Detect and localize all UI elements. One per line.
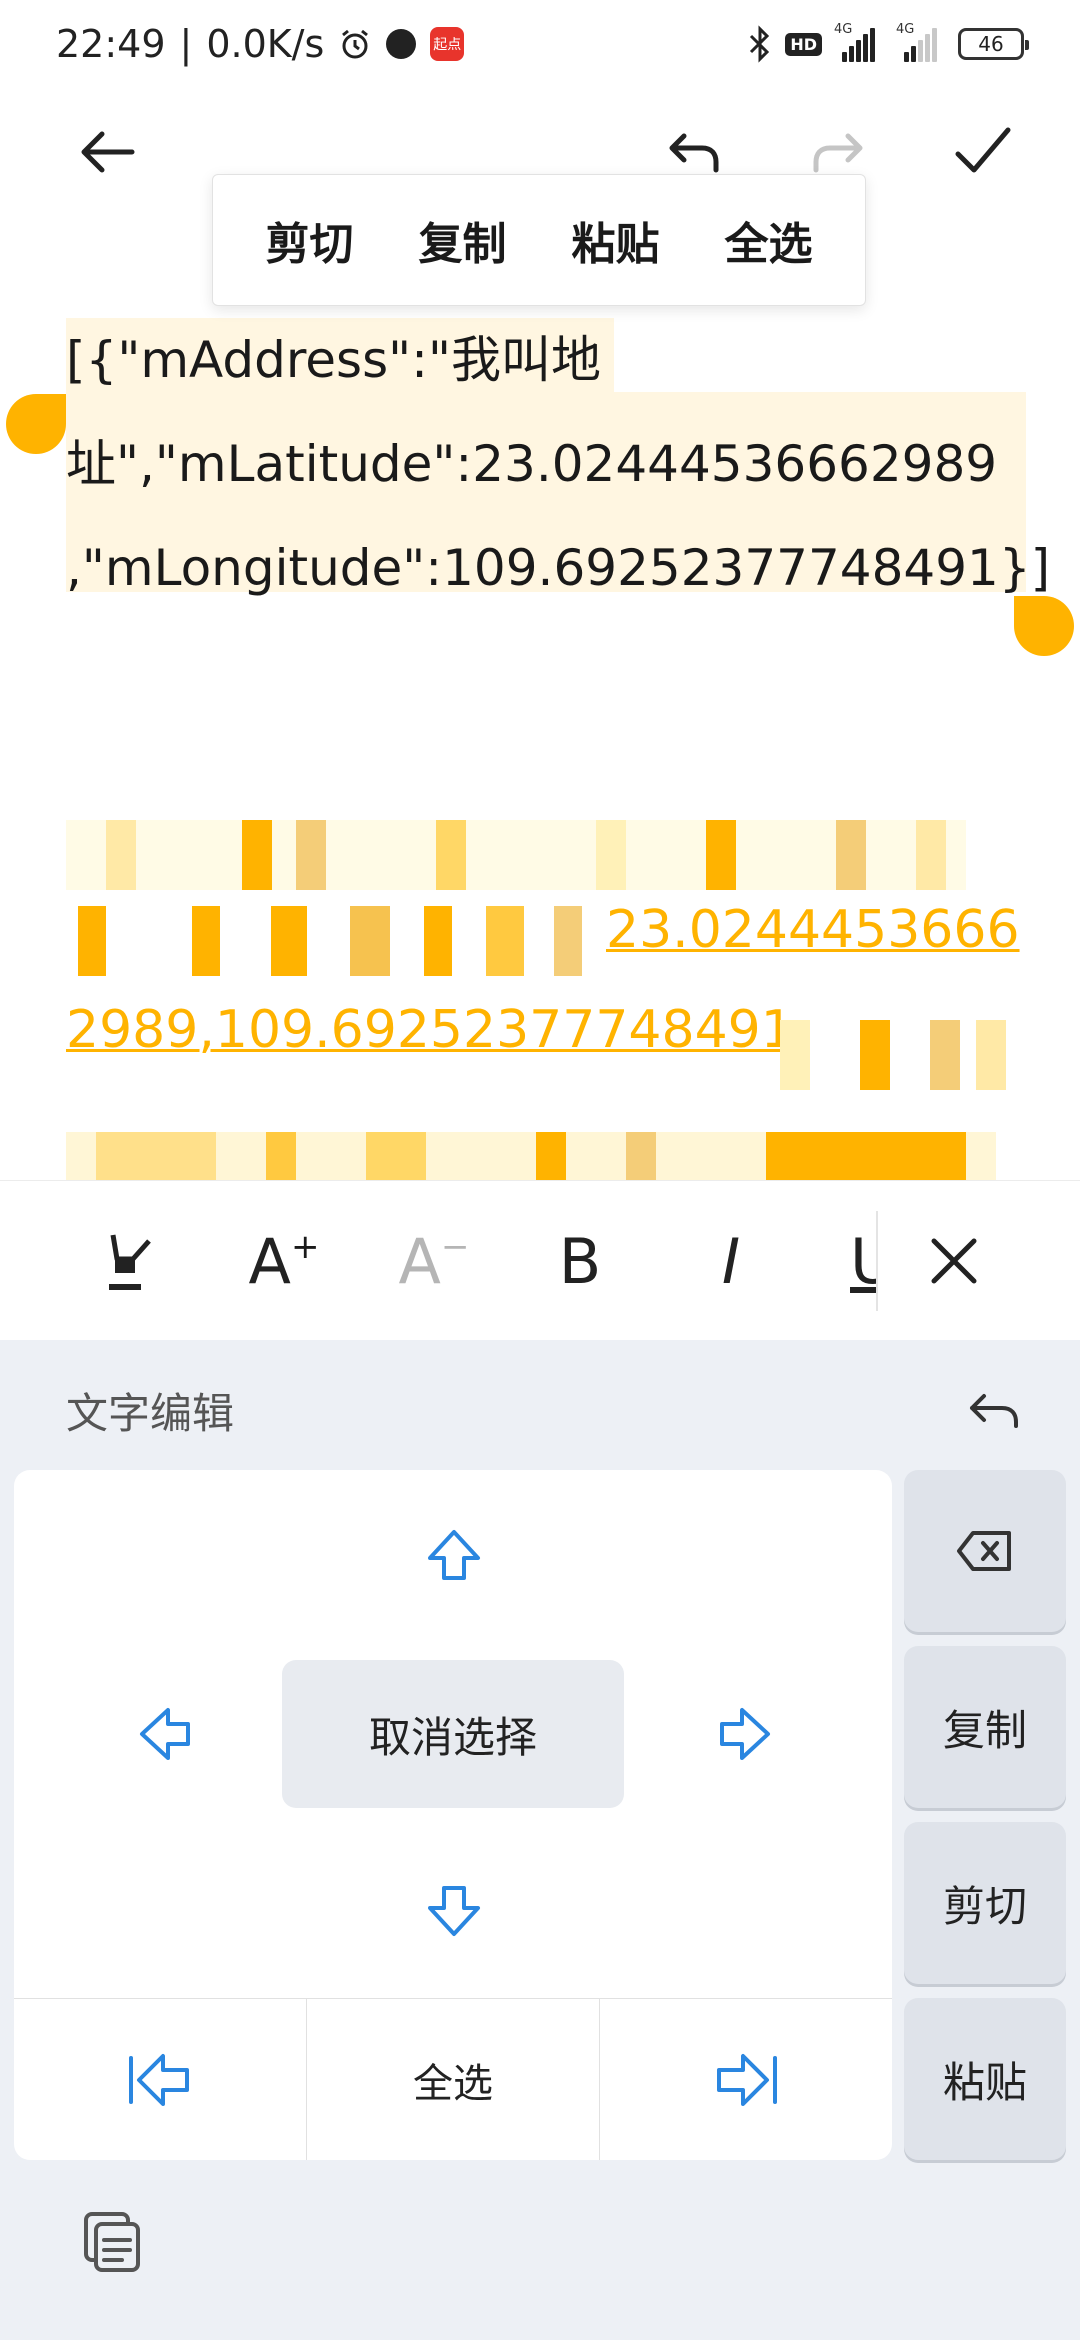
select-all-button[interactable]: 全选 — [307, 1999, 600, 2160]
move-to-start-icon — [129, 2053, 189, 2106]
delete-button[interactable] — [904, 1470, 1066, 1632]
signal-icon: 4G — [834, 22, 884, 62]
hd-badge: HD — [785, 32, 822, 56]
status-net-speed: 0.0K/s — [206, 22, 325, 66]
check-icon — [955, 127, 1011, 173]
status-left: 22:49 | 0.0K/s 起点 — [56, 22, 465, 66]
underline-label: U — [850, 1224, 876, 1298]
back-arrow-icon — [81, 131, 135, 173]
editor-text-line-2: 址","mLatitude":23.02444536662989 — [66, 435, 998, 493]
redacted-text-row — [780, 1020, 1010, 1090]
alarm-icon — [342, 29, 369, 59]
italic-button[interactable]: I — [706, 1221, 756, 1301]
backspace-icon — [957, 1531, 1011, 1571]
net-type-label: 4G — [834, 22, 853, 37]
context-copy-item[interactable]: 复制 — [419, 208, 507, 272]
format-toolbar: A + A − B I U — [0, 1180, 1080, 1340]
note-editor[interactable]: [{"mAddress":"我叫地 址","mLatitude":23.0244… — [0, 300, 1080, 1180]
format-bar-divider — [876, 1211, 878, 1311]
increase-font-button[interactable]: A + — [244, 1221, 324, 1301]
location-link-part-2[interactable]: 2989,109.69252377748491 — [66, 1000, 794, 1060]
redacted-text-row — [66, 820, 1016, 890]
status-right: HD 4G 4G 46 — [747, 22, 1029, 64]
italic-label: I — [721, 1224, 741, 1298]
back-button[interactable] — [76, 120, 140, 184]
move-to-start-button[interactable] — [14, 1999, 307, 2160]
move-to-end-button[interactable] — [600, 1999, 892, 2160]
increase-font-sup: + — [290, 1227, 320, 1267]
battery-icon: 46 — [958, 28, 1029, 60]
arrow-left-icon[interactable] — [136, 1704, 196, 1764]
status-time: 22:49 — [56, 22, 166, 66]
cancel-selection-button[interactable]: 取消选择 — [282, 1660, 624, 1808]
bluetooth-icon — [750, 25, 770, 63]
location-link-part-1[interactable]: 23.0244453666 — [606, 900, 1020, 960]
underline-button[interactable]: U — [850, 1221, 876, 1301]
clock-icon — [386, 29, 417, 59]
signal-icon-2: 4G — [896, 22, 946, 62]
dpad-bottom-row: 全选 — [14, 1998, 892, 2160]
qidian-app-icon: 起点 — [430, 27, 465, 61]
cursor-dpad: 取消选择 全选 — [14, 1470, 892, 2160]
status-separator: | — [179, 22, 193, 66]
editor-text-line-1: [{"mAddress":"我叫地 — [66, 331, 601, 389]
highlighter-icon — [109, 1234, 151, 1290]
decrease-font-button[interactable]: A − — [394, 1221, 474, 1301]
context-select-all-item[interactable]: 全选 — [725, 208, 813, 272]
cut-button[interactable]: 剪切 — [904, 1822, 1066, 1984]
keyboard-title: 文字编辑 — [66, 1389, 235, 1438]
status-bar: 22:49 | 0.0K/s 起点 HD 4G 4G 46 — [0, 0, 1080, 88]
bold-label: B — [558, 1224, 602, 1298]
selection-start-handle[interactable] — [6, 394, 66, 454]
highlighter-button[interactable] — [96, 1221, 166, 1301]
arrow-down-icon[interactable] — [424, 1880, 484, 1940]
arrow-right-icon[interactable] — [714, 1704, 774, 1764]
confirm-button[interactable] — [950, 120, 1014, 184]
text-context-menu: 剪切 复制 粘贴 全选 — [212, 174, 866, 306]
keyboard-back-icon[interactable] — [964, 1380, 1024, 1440]
editor-text-line-3: ,"mLongitude":109.69252377748491}] — [66, 539, 1051, 597]
copy-button[interactable]: 复制 — [904, 1646, 1066, 1808]
decrease-font-sup: − — [440, 1227, 470, 1267]
decrease-font-label: A — [398, 1224, 441, 1298]
redacted-text-row — [66, 906, 606, 976]
net-type-label-2: 4G — [896, 22, 915, 37]
move-to-end-icon — [717, 2053, 777, 2106]
context-cut-item[interactable]: 剪切 — [266, 208, 354, 272]
arrow-up-icon[interactable] — [424, 1526, 484, 1586]
increase-font-label: A — [248, 1224, 291, 1298]
clipboard-icon[interactable] — [80, 2210, 144, 2274]
bold-button[interactable]: B — [550, 1221, 610, 1301]
close-icon — [931, 1238, 977, 1284]
context-paste-item[interactable]: 粘贴 — [572, 208, 660, 272]
text-edit-keyboard: 文字编辑 取消选择 全选 复制 剪切 粘贴 — [0, 1340, 1080, 2340]
close-format-button[interactable] — [922, 1221, 986, 1301]
redacted-text-row — [66, 1132, 1016, 1180]
selection-end-handle[interactable] — [1014, 596, 1074, 656]
paste-button[interactable]: 粘贴 — [904, 1998, 1066, 2160]
battery-level: 46 — [978, 32, 1004, 56]
